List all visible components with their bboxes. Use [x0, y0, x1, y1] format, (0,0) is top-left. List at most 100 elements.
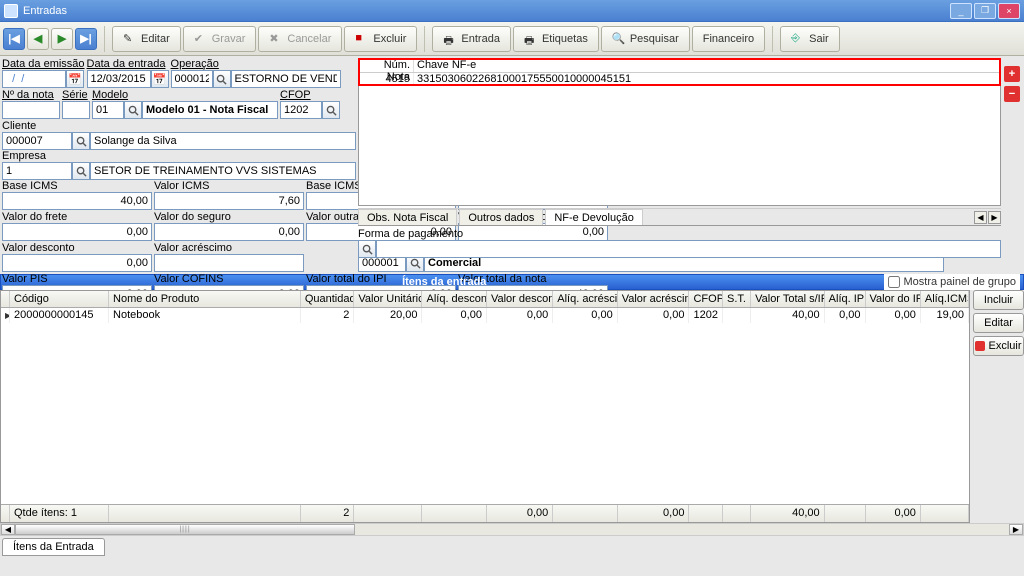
valor-seguro-input[interactable] — [154, 223, 304, 241]
highlight-annotation — [358, 58, 1001, 86]
valor-frete-input[interactable] — [2, 223, 152, 241]
app-icon — [4, 4, 18, 18]
pesquisar-button[interactable]: 🔍Pesquisar — [601, 26, 690, 52]
grid-footer: Qtde ítens: 1 2 0,00 0,00 40,00 0,00 — [1, 504, 969, 522]
window-title: Entradas — [23, 5, 67, 17]
tab-outros-dados[interactable]: Outros dados — [459, 209, 543, 225]
cliente-search[interactable] — [72, 132, 90, 150]
scroll-thumb[interactable]: |||| — [15, 524, 355, 535]
tabs-scroll-right[interactable]: ▶ — [988, 211, 1001, 224]
scroll-left-button[interactable]: ◀ — [1, 524, 15, 535]
cfop-search[interactable] — [322, 101, 340, 119]
valor-icms-input[interactable] — [154, 192, 304, 210]
right-tabs: Obs. Nota Fiscal Outros dados NF-e Devol… — [358, 208, 1001, 226]
gravar-button[interactable]: ✔Gravar — [183, 26, 257, 52]
tab-obs-nota[interactable]: Obs. Nota Fiscal — [358, 209, 457, 225]
cliente-code-input[interactable] — [2, 132, 72, 150]
empresa-name-input — [90, 162, 356, 180]
exit-icon: ⎆ — [791, 32, 805, 46]
empresa-label: Empresa — [2, 150, 356, 162]
data-entrada-label: Data da entrada — [87, 58, 169, 70]
table-row[interactable]: ▶ 2000000000145Notebook 220,00 0,000,00 … — [1, 308, 969, 323]
main-toolbar: |◀ ◀ ▶ ▶| ✎Editar ✔Gravar ✖Cancelar ■Exc… — [0, 22, 1024, 56]
forma-pagamento-label: Forma de pagamento — [358, 228, 1001, 240]
operacao-code-input[interactable] — [171, 70, 213, 88]
modelo-label: Modelo — [92, 89, 278, 101]
valor-desconto-input[interactable] — [2, 254, 152, 272]
valor-seguro-label: Valor do seguro — [154, 211, 304, 223]
modelo-desc-input — [142, 101, 278, 119]
edit-icon: ✎ — [123, 32, 137, 46]
no-nota-input[interactable] — [2, 101, 60, 119]
entrada-button[interactable]: 🖶Entrada — [432, 26, 511, 52]
data-entrada-picker[interactable]: 📅 — [151, 70, 169, 88]
etiquetas-button[interactable]: 🖶Etiquetas — [513, 26, 599, 52]
remove-nota-button[interactable]: − — [1004, 86, 1020, 102]
save-icon: ✔ — [194, 32, 208, 46]
valor-desconto-label: Valor desconto — [2, 242, 152, 254]
incluir-button[interactable]: Incluir — [973, 290, 1024, 310]
modelo-code-input[interactable] — [92, 101, 124, 119]
editar-item-button[interactable]: Editar — [973, 313, 1024, 333]
empresa-search[interactable] — [72, 162, 90, 180]
add-nota-button[interactable]: + — [1004, 66, 1020, 82]
grid-header: CódigoNome do Produto QuantidadeValor Un… — [1, 291, 969, 308]
valor-pis-label: Valor PIS — [2, 273, 152, 285]
search-icon: 🔍 — [612, 32, 626, 46]
cliente-name-input — [90, 132, 356, 150]
serie-label: Série — [62, 89, 90, 101]
data-emissao-picker[interactable]: 📅 — [66, 70, 84, 88]
no-nota-label: Nº da nota — [2, 89, 60, 101]
serie-input[interactable] — [62, 101, 90, 119]
tab-itens-entrada[interactable]: Ítens da Entrada — [2, 538, 105, 556]
base-icms-label: Base ICMS — [2, 180, 152, 192]
base-icms-input[interactable] — [2, 192, 152, 210]
scroll-right-button[interactable]: ▶ — [1009, 524, 1023, 535]
excluir-button[interactable]: ■Excluir — [344, 26, 417, 52]
close-button[interactable]: × — [998, 3, 1020, 19]
valor-cofins-label: Valor COFINS — [154, 273, 304, 285]
minimize-button[interactable]: _ — [950, 3, 972, 19]
forma-pagamento-search[interactable] — [358, 240, 376, 258]
cfop-label: CFOP — [280, 89, 340, 101]
operacao-search[interactable] — [213, 70, 231, 88]
last-record-button[interactable]: ▶| — [75, 28, 97, 50]
cfop-input[interactable] — [280, 101, 322, 119]
items-section-title: Ítens da entrada — [402, 274, 486, 290]
valor-acrescimo-input[interactable] — [154, 254, 304, 272]
print-icon: 🖶 — [443, 32, 457, 46]
cancelar-button[interactable]: ✖Cancelar — [258, 26, 342, 52]
delete-icon: ■ — [355, 32, 369, 46]
valor-icms-label: Valor ICMS — [154, 180, 304, 192]
titlebar: Entradas _ ❐ × — [0, 0, 1024, 22]
data-emissao-label: Data da emissão — [2, 58, 85, 70]
items-grid[interactable]: CódigoNome do Produto QuantidadeValor Un… — [0, 290, 970, 523]
bottom-tab-bar: Ítens da Entrada — [0, 536, 1024, 556]
valor-acrescimo-label: Valor acréscimo — [154, 242, 304, 254]
first-record-button[interactable]: |◀ — [3, 28, 25, 50]
cancel-icon: ✖ — [269, 32, 283, 46]
data-entrada-input[interactable] — [87, 70, 151, 88]
empresa-code-input[interactable] — [2, 162, 72, 180]
show-group-panel-label: Mostra painel de grupo — [903, 274, 1016, 290]
minus-icon — [975, 341, 985, 351]
data-emissao-input[interactable] — [2, 70, 66, 88]
tabs-scroll-left[interactable]: ◀ — [974, 211, 987, 224]
show-group-panel-checkbox[interactable] — [888, 276, 900, 288]
forma-pagamento-input[interactable] — [376, 240, 1001, 258]
financeiro-button[interactable]: Financeiro — [692, 26, 765, 52]
grid-h-scrollbar[interactable]: ◀ |||| ▶ — [0, 523, 1024, 536]
valor-frete-label: Valor do frete — [2, 211, 152, 223]
tab-nfe-devolucao[interactable]: NF-e Devolução — [545, 209, 642, 225]
operacao-label: Operação — [171, 58, 341, 70]
operacao-desc-input — [231, 70, 341, 88]
cliente-label: Cliente — [2, 120, 356, 132]
prev-record-button[interactable]: ◀ — [27, 28, 49, 50]
maximize-button[interactable]: ❐ — [974, 3, 996, 19]
editar-button[interactable]: ✎Editar — [112, 26, 181, 52]
sair-button[interactable]: ⎆Sair — [780, 26, 840, 52]
next-record-button[interactable]: ▶ — [51, 28, 73, 50]
excluir-item-button[interactable]: Excluir — [973, 336, 1024, 356]
modelo-search[interactable] — [124, 101, 142, 119]
labels-icon: 🖶 — [524, 32, 538, 46]
